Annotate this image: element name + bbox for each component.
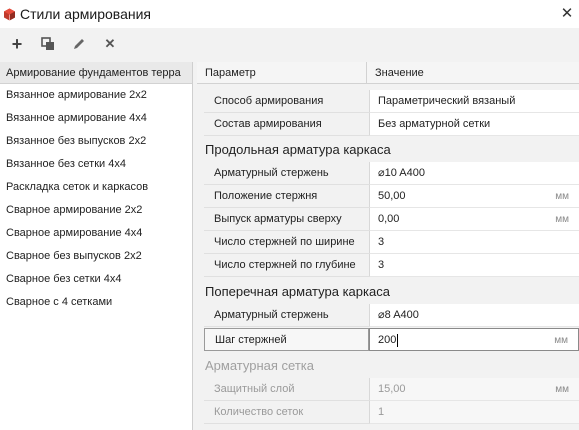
property-grid: Параметр Значение Способ армирования Пар… [197,62,579,430]
value-text: 3 [378,236,385,248]
grid-header: Параметр Значение [197,62,579,84]
list-item[interactable]: Раскладка сеток и каркасов [0,176,192,199]
value-text: 0,00 [378,213,400,225]
value-text: 50,00 [378,190,406,202]
styles-list-panel: Армирование фундаментов терра Вязанное а… [0,62,193,430]
value-text: ⌀8 A400 [378,309,419,321]
list-item[interactable]: Вязанное армирование 4х4 [0,107,192,130]
property-name: Арматурный стержень [204,162,369,185]
text-cursor [397,333,399,347]
window-title: Стили армирования [20,6,152,22]
property-name: Число стержней по глубине [204,254,369,277]
delete-icon: ✕ [104,36,116,51]
list-item[interactable]: Сварное армирование 4х4 [0,222,192,245]
property-name: Шаг стержней [204,328,369,351]
edit-style-button[interactable] [68,33,90,55]
bar-spacing-input[interactable]: 200 мм [369,328,579,351]
unit-label: мм [554,335,568,346]
list-item[interactable]: Сварное с 4 сетками [0,291,192,314]
section-transverse: Поперечная арматура каркаса [205,284,390,299]
column-header-value: Значение [375,67,424,79]
add-style-button[interactable]: + [6,33,28,55]
list-item[interactable]: Сварное армирование 2х2 [0,199,192,222]
list-item[interactable]: Вязанное армирование 2х2 [0,84,192,107]
property-value: 15,00 мм [369,378,579,401]
value-text: 3 [378,259,385,271]
property-row-bars-depth[interactable]: Число стержней по глубине 3 [204,254,579,277]
styles-list-selected-item[interactable]: Армирование фундаментов терра [0,62,192,84]
property-row-bar-position[interactable]: Положение стержня 50,00 мм [204,185,579,208]
property-name: Способ армирования [204,90,369,113]
property-row-mesh-count: Количество сеток 1 [204,401,579,424]
property-row-long-bar[interactable]: Арматурный стержень ⌀10 A400 [204,162,579,185]
property-value[interactable]: 3 [369,231,579,254]
value-text: Параметрический вязаный [378,95,516,107]
unit-label: мм [555,214,569,225]
section-mesh: Арматурная сетка [205,358,314,373]
unit-label: мм [555,384,569,395]
property-value[interactable]: ⌀10 A400 [369,162,579,185]
section-longitudinal: Продольная арматура каркаса [205,142,391,157]
plus-icon: + [11,33,23,54]
copy-style-button[interactable] [37,33,59,55]
title-bar: Стили армирования ✕ [0,0,579,28]
column-header-parameter: Параметр [197,62,367,83]
unit-label: мм [555,191,569,202]
property-value[interactable]: 50,00 мм [369,185,579,208]
pencil-icon [74,39,84,49]
toolbar: + ✕ [0,28,579,60]
value-text: 15,00 [378,383,406,395]
property-row-bar-spacing[interactable]: Шаг стержней 200 мм [204,328,579,351]
value-text: 1 [378,406,385,418]
property-row-top-projection[interactable]: Выпуск арматуры сверху 0,00 мм [204,208,579,231]
property-name: Выпуск арматуры сверху [204,208,369,231]
property-row-bars-width[interactable]: Число стержней по ширине 3 [204,231,579,254]
copy-icon [41,37,54,50]
property-row-reinforcement-method[interactable]: Способ армирования Параметрический вязан… [204,90,579,113]
value-text: 200 [378,334,397,346]
property-name: Арматурный стержень [204,304,369,327]
property-value[interactable]: Без арматурной сетки [369,113,579,136]
list-item[interactable]: Сварное без сетки 4х4 [0,268,192,291]
value-text: Без арматурной сетки [378,118,491,130]
property-name: Число стержней по ширине [204,231,369,254]
delete-style-button[interactable]: ✕ [99,33,121,55]
property-row-cover: Защитный слой 15,00 мм [204,378,579,401]
property-value[interactable]: 0,00 мм [369,208,579,231]
property-value[interactable]: 3 [369,254,579,277]
property-name: Количество сеток [204,401,369,424]
app-icon [2,7,16,21]
close-icon[interactable]: ✕ [559,5,575,22]
value-text: ⌀10 A400 [378,167,425,179]
list-item[interactable]: Вязанное без сетки 4х4 [0,153,192,176]
list-item[interactable]: Сварное без выпусков 2х2 [0,245,192,268]
list-item[interactable]: Вязанное без выпусков 2х2 [0,130,192,153]
property-name: Защитный слой [204,378,369,401]
property-value: 1 [369,401,579,424]
property-value[interactable]: Параметрический вязаный [369,90,579,113]
property-row-reinforcement-composition[interactable]: Состав армирования Без арматурной сетки [204,113,579,136]
property-value[interactable]: ⌀8 A400 [369,304,579,327]
property-name: Состав армирования [204,113,369,136]
property-row-trans-bar[interactable]: Арматурный стержень ⌀8 A400 [204,304,579,327]
property-name: Положение стержня [204,185,369,208]
